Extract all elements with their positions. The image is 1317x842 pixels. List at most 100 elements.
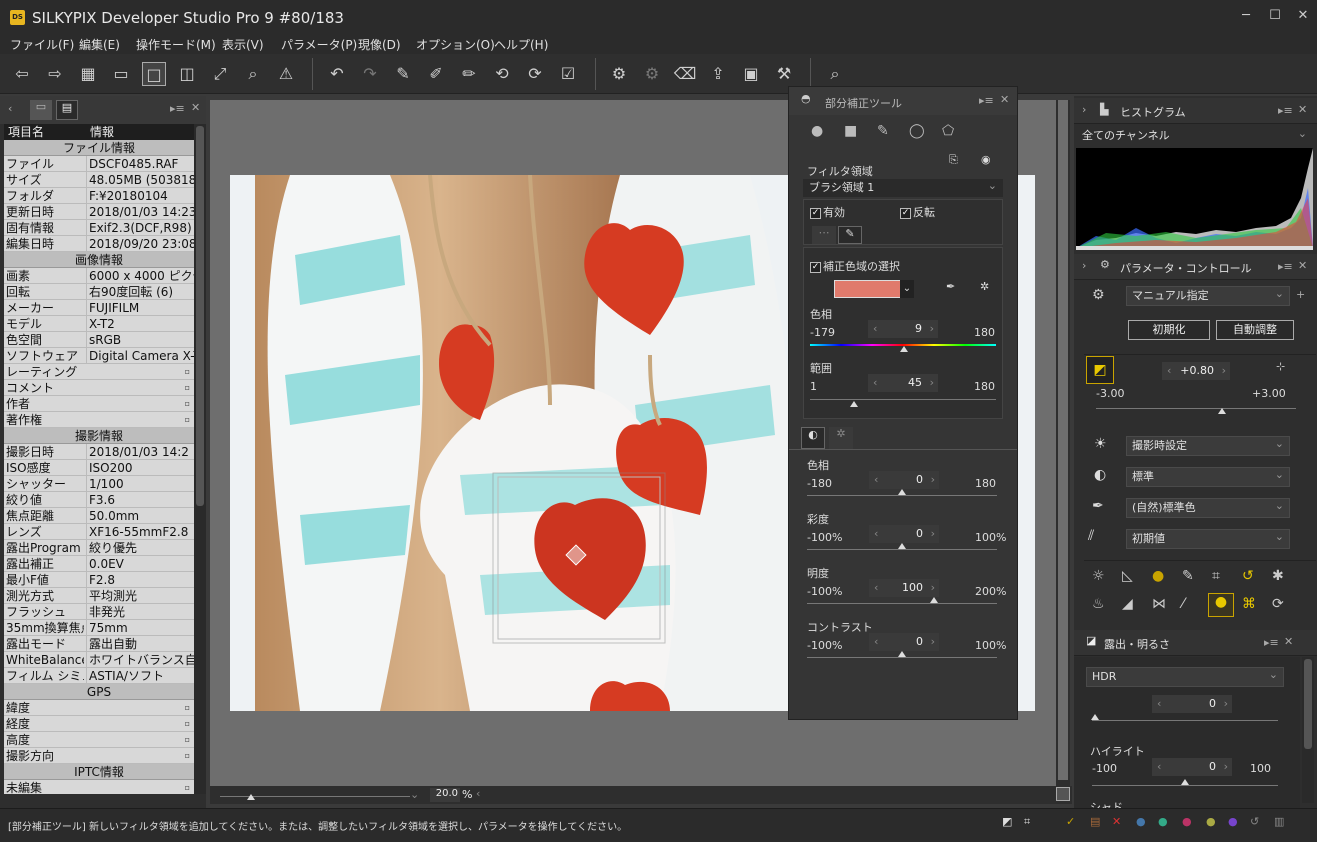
menu-edit[interactable]: 編集(E): [79, 36, 120, 53]
info-row[interactable]: 35mm換算焦点 75mm: [4, 620, 194, 636]
info-row[interactable]: メーカー FUJIFILM: [4, 300, 194, 316]
info-row[interactable]: 露出モード 露出自動: [4, 636, 194, 652]
panel-menu-icon[interactable]: ▸≡: [1278, 260, 1293, 273]
edit-field-icon[interactable]: ▫: [185, 780, 190, 794]
info-row[interactable]: ソフトウェア Digital Camera X-T: [4, 348, 194, 364]
brush-tool-icon[interactable]: ✎: [1182, 568, 1194, 584]
collapse-left-icon[interactable]: ‹: [8, 102, 12, 115]
info-row[interactable]: 作者 ▫: [4, 396, 194, 412]
info-section-header[interactable]: ファイル情報: [4, 140, 194, 156]
info-row[interactable]: 露出Program 絞り優先: [4, 540, 194, 556]
expand-icon[interactable]: ›: [1082, 259, 1086, 272]
ellipse-icon[interactable]: ◯: [909, 123, 925, 139]
brightness-tool-icon[interactable]: ☼: [1092, 568, 1105, 584]
add-preset-icon[interactable]: +: [1296, 288, 1305, 301]
adjustment-track[interactable]: [807, 657, 997, 658]
filter-area-select[interactable]: ブラシ領域 1: [803, 178, 1003, 197]
zoom-slider-thumb[interactable]: [247, 794, 255, 800]
swatch-dropdown-icon[interactable]: ⌄: [900, 280, 914, 298]
info-section-header[interactable]: IPTC情報: [4, 764, 194, 780]
range-spinner[interactable]: 45: [868, 374, 938, 392]
info-row[interactable]: 露出補正 0.0EV: [4, 556, 194, 572]
hue-spinner[interactable]: 9: [868, 320, 938, 338]
info-row[interactable]: 測光方式 平均測光: [4, 588, 194, 604]
adjustment-track[interactable]: [807, 495, 997, 496]
develop-icon[interactable]: ⚙: [607, 62, 631, 86]
edit-field-icon[interactable]: ▫: [185, 716, 190, 731]
wb-select[interactable]: 撮影時設定: [1126, 435, 1290, 456]
adjustment-spinner[interactable]: 0: [869, 471, 939, 489]
status-tool-icon[interactable]: ◩: [1002, 815, 1012, 828]
zoom-value[interactable]: 20.0: [430, 788, 460, 802]
info-tab-icon[interactable]: ▤: [56, 100, 78, 120]
delete-area-icon[interactable]: ◉: [981, 153, 991, 166]
zoom-icon[interactable]: ⌕: [241, 62, 265, 86]
monitor-icon[interactable]: ▣: [739, 62, 763, 86]
drop-tool-icon[interactable]: ♨: [1092, 596, 1105, 612]
exposure-thumb[interactable]: [1218, 408, 1226, 414]
zoom-dropdown-icon[interactable]: ⌄: [410, 788, 419, 801]
filmstrip-view-icon[interactable]: ▭: [109, 62, 133, 86]
polygon-icon[interactable]: ⬠: [942, 123, 954, 139]
info-row[interactable]: シャッター 1/100: [4, 476, 194, 492]
tone-select[interactable]: 標準: [1126, 466, 1290, 487]
pen-icon[interactable]: ✏: [457, 62, 481, 86]
info-section-header[interactable]: 画像情報: [4, 252, 194, 268]
exposure-track[interactable]: [1096, 408, 1296, 409]
edit-field-icon[interactable]: ▫: [185, 732, 190, 747]
menu-operation-mode[interactable]: 操作モード(M): [136, 36, 216, 53]
info-section-header[interactable]: 撮影情報: [4, 428, 194, 444]
enabled-checkbox[interactable]: ✓: [810, 207, 821, 219]
info-row[interactable]: 著作権 ▫: [4, 412, 194, 428]
transform-tool-icon[interactable]: ⟳: [1272, 596, 1284, 612]
eraser-icon[interactable]: ⌫: [673, 62, 697, 86]
status-purple-tag-icon[interactable]: ●: [1228, 815, 1238, 828]
adjustment-thumb[interactable]: [930, 597, 939, 603]
expand-icon[interactable]: ›: [1082, 103, 1086, 116]
mask-tab-icon[interactable]: ⋯: [812, 226, 836, 244]
info-row[interactable]: 撮影方向 ▫: [4, 748, 194, 764]
adjustment-spinner[interactable]: 0: [869, 525, 939, 543]
color-tool-icon[interactable]: ●: [1152, 568, 1164, 584]
auto-adjust-button[interactable]: 自動調整: [1216, 320, 1294, 340]
close-panel-icon[interactable]: ✕: [1284, 635, 1293, 648]
edit-field-icon[interactable]: ▫: [185, 396, 190, 411]
circle-brush-icon[interactable]: ●: [811, 123, 823, 139]
paste-param-icon[interactable]: ✐: [424, 62, 448, 86]
panel-menu-icon[interactable]: ▸≡: [979, 94, 994, 107]
adjustment-spinner[interactable]: 100: [869, 579, 939, 597]
paint-tool-icon[interactable]: ⁄: [1182, 596, 1184, 612]
copy-param-icon[interactable]: ✎: [391, 62, 415, 86]
edit-field-icon[interactable]: ▫: [185, 412, 190, 427]
info-row[interactable]: 未編集 ▫: [4, 780, 194, 794]
exposure-auto-icon[interactable]: ⊹: [1276, 360, 1285, 373]
fish-tool-icon[interactable]: ⋈: [1152, 596, 1166, 612]
export-icon[interactable]: ⇪: [706, 62, 730, 86]
info-row[interactable]: フィルム シミュレーションASTIA/ソフト: [4, 668, 194, 684]
info-row[interactable]: レンズ XF16-55mmF2.8: [4, 524, 194, 540]
redo-icon[interactable]: ↷: [358, 62, 382, 86]
color-select[interactable]: (自然)標準色: [1126, 497, 1290, 518]
frame-tool-icon[interactable]: ⌗: [1212, 568, 1220, 584]
color-select-checkbox[interactable]: ✓: [810, 261, 821, 273]
info-row[interactable]: 回転 右90度回転 (6): [4, 284, 194, 300]
preview-vertical-scrollbar[interactable]: [1056, 100, 1070, 786]
info-row[interactable]: 高度 ▫: [4, 732, 194, 748]
curve-tool-icon[interactable]: ◺: [1122, 568, 1133, 584]
info-row[interactable]: モデル X-T2: [4, 316, 194, 332]
partial-correction-icon[interactable]: ●: [1208, 593, 1234, 617]
preset-select[interactable]: マニュアル指定: [1126, 285, 1290, 306]
single-view-icon[interactable]: □: [142, 62, 166, 86]
hammer-icon[interactable]: ⚒: [772, 62, 796, 86]
reset-tool-icon[interactable]: ↺: [1242, 568, 1254, 584]
info-row[interactable]: サイズ 48.05MB (5038182: [4, 172, 194, 188]
hue-thumb[interactable]: [900, 346, 908, 352]
info-row[interactable]: 画素 6000 x 4000 ピクセル: [4, 268, 194, 284]
highlight-spinner[interactable]: 0: [1152, 758, 1232, 776]
edit-field-icon[interactable]: ▫: [185, 364, 190, 379]
panel-menu-icon[interactable]: ▸≡: [1278, 104, 1293, 117]
info-row[interactable]: 経度 ▫: [4, 716, 194, 732]
rotate-right-icon[interactable]: ⟳: [523, 62, 547, 86]
info-row[interactable]: WhiteBalanceホワイトバランス自動: [4, 652, 194, 668]
check-icon[interactable]: ☑: [556, 62, 580, 86]
